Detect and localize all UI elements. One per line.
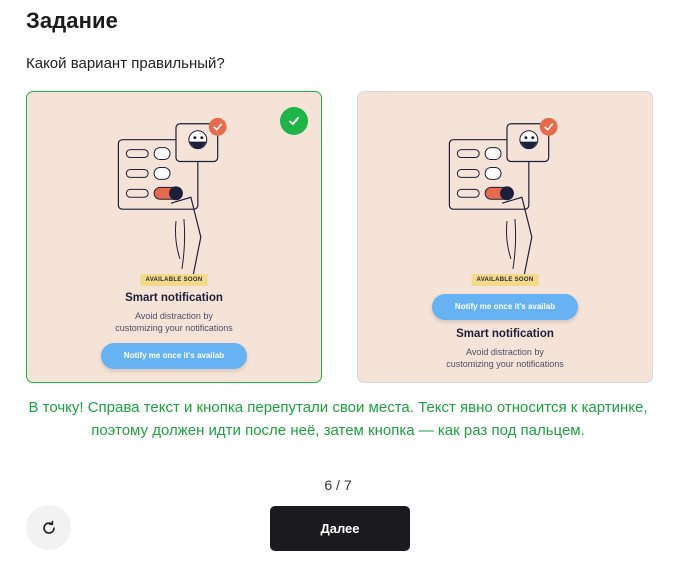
progress-counter: 6 / 7	[324, 477, 352, 493]
card-description-line1: Avoid distraction by	[466, 347, 544, 357]
card-description-line2: customizing your notifications	[446, 359, 564, 369]
correct-check-icon	[280, 107, 308, 135]
restart-button[interactable]	[26, 505, 71, 550]
card-title: Smart notification	[125, 292, 223, 304]
illustration	[117, 117, 227, 277]
card-description-line2: customizing your notifications	[115, 323, 233, 333]
question-text: Какой вариант правильный?	[26, 55, 225, 72]
feedback-message: В точку! Справа текст и кнопка перепутал…	[28, 399, 648, 439]
next-button[interactable]: Далее	[270, 506, 410, 551]
available-soon-badge: AVAILABLE SOON	[140, 274, 208, 286]
task-title: Задание	[26, 8, 118, 33]
notify-button: Notify me once it's availab	[101, 343, 247, 369]
notify-button: Notify me once it's availab	[432, 294, 578, 320]
available-soon-badge: AVAILABLE SOON	[471, 274, 539, 286]
option-card-left[interactable]: AVAILABLE SOON Smart notification Avoid …	[26, 91, 322, 383]
card-description-line1: Avoid distraction by	[135, 311, 213, 321]
option-card-right[interactable]: AVAILABLE SOON Notify me once it's avail…	[357, 91, 653, 383]
refresh-icon	[42, 520, 55, 534]
card-title: Smart notification	[456, 328, 554, 340]
